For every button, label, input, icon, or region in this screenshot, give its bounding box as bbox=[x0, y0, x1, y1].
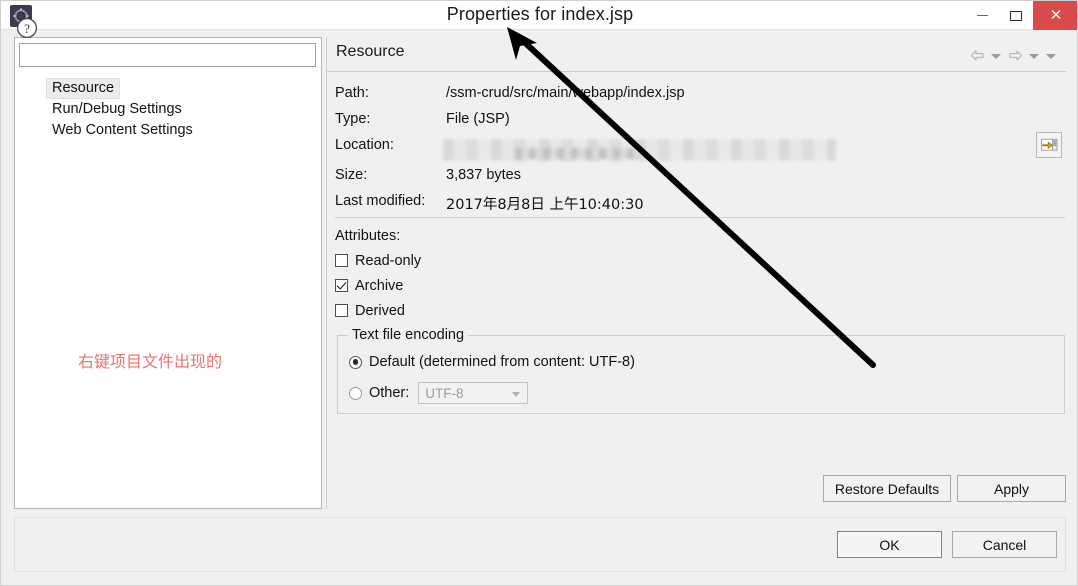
maximize-button[interactable] bbox=[999, 1, 1033, 30]
detail-row-location: Location: bbox=[335, 137, 1057, 167]
detail-row-size: Size: 3,837 bytes bbox=[335, 167, 1057, 193]
restore-defaults-button[interactable]: Restore Defaults bbox=[823, 475, 951, 502]
filter-input[interactable] bbox=[19, 43, 316, 67]
settings-tree-panel: Resource Run/Debug Settings Web Content … bbox=[14, 37, 322, 509]
detail-row-path: Path: /ssm-crud/src/main/webapp/index.js… bbox=[335, 85, 1057, 111]
detail-label: Location: bbox=[335, 137, 394, 153]
cancel-button[interactable]: Cancel bbox=[952, 531, 1057, 558]
encoding-select[interactable]: UTF-8 bbox=[418, 382, 529, 404]
close-button[interactable]: ✕ bbox=[1033, 1, 1077, 30]
read-only-label: Read-only bbox=[355, 252, 422, 269]
tree-row: Resource bbox=[15, 78, 321, 99]
annotation-text: 右键项目文件出现的 bbox=[78, 352, 223, 371]
maximize-icon bbox=[1010, 10, 1022, 21]
page-nav-controls bbox=[968, 48, 1058, 64]
chevron-down-icon bbox=[512, 392, 521, 397]
sidebar-item-web-content-settings[interactable]: Web Content Settings bbox=[46, 120, 199, 141]
page-header: Resource bbox=[327, 37, 1066, 72]
detail-value-location-redacted-inner bbox=[515, 148, 635, 159]
checkbox-row-read-only[interactable]: Read-only bbox=[335, 248, 1035, 273]
chevron-down-glyph bbox=[1046, 53, 1056, 59]
read-only-checkbox[interactable] bbox=[335, 254, 348, 267]
forward-arrow-icon[interactable] bbox=[1006, 48, 1024, 64]
back-arrow-icon[interactable] bbox=[968, 48, 986, 64]
detail-value-size: 3,837 bytes bbox=[446, 167, 521, 183]
window-title: Properties for index.jsp bbox=[446, 4, 634, 24]
detail-row-type: Type: File (JSP) bbox=[335, 111, 1057, 137]
apply-button[interactable]: Apply bbox=[957, 475, 1066, 502]
detail-label: Size: bbox=[335, 167, 368, 183]
encoding-default-radio[interactable] bbox=[349, 355, 362, 369]
detail-label: Type: bbox=[335, 111, 371, 127]
archive-label: Archive bbox=[355, 277, 404, 294]
archive-checkbox[interactable] bbox=[335, 279, 348, 292]
window-controls: ✕ bbox=[965, 1, 1077, 30]
derived-checkbox[interactable] bbox=[335, 304, 348, 317]
text-file-encoding-group: Text file encoding Default (determined f… bbox=[337, 327, 1065, 414]
tree-row: Web Content Settings bbox=[15, 120, 321, 141]
detail-row-last-modified: Last modified: 2017年8月8日 上午10:40:30 bbox=[335, 193, 1057, 219]
ok-button[interactable]: OK bbox=[837, 531, 942, 558]
settings-tree: Resource Run/Debug Settings Web Content … bbox=[15, 78, 321, 141]
derived-label: Derived bbox=[355, 302, 405, 319]
detail-value-type: File (JSP) bbox=[446, 111, 510, 127]
minimize-icon bbox=[976, 15, 988, 16]
sidebar-item-run-debug-settings[interactable]: Run/Debug Settings bbox=[46, 99, 188, 120]
tree-row: Run/Debug Settings bbox=[15, 99, 321, 120]
svg-text:?: ? bbox=[24, 21, 30, 36]
chevron-down-glyph bbox=[1029, 53, 1039, 59]
attributes-title: Attributes: bbox=[335, 228, 401, 244]
attributes-section: Attributes: Read-only Archive Derived bbox=[335, 228, 1035, 323]
details-separator bbox=[335, 217, 1065, 218]
view-menu-chevron-down-icon[interactable] bbox=[1044, 48, 1058, 64]
encoding-other-radio[interactable] bbox=[349, 386, 362, 400]
encoding-other-label: Other: bbox=[369, 385, 410, 401]
close-icon: ✕ bbox=[1049, 6, 1063, 24]
detail-value-path: /ssm-crud/src/main/webapp/index.jsp bbox=[446, 85, 685, 101]
chevron-down-glyph bbox=[991, 53, 1001, 59]
help-icon[interactable]: ? bbox=[14, 15, 40, 41]
forward-history-chevron-down-icon[interactable] bbox=[1027, 48, 1041, 64]
checkbox-row-archive[interactable]: Archive bbox=[335, 273, 1035, 298]
resolve-link-icon[interactable] bbox=[1036, 132, 1062, 158]
minimize-button[interactable] bbox=[965, 1, 999, 30]
detail-label: Path: bbox=[335, 85, 369, 101]
page-title: Resource bbox=[336, 43, 405, 60]
sidebar-item-resource[interactable]: Resource bbox=[46, 78, 121, 99]
encoding-default-row[interactable]: Default (determined from content: UTF-8) bbox=[349, 354, 635, 370]
encoding-select-value: UTF-8 bbox=[425, 385, 464, 401]
resource-details: Path: /ssm-crud/src/main/webapp/index.js… bbox=[335, 85, 1057, 219]
detail-value-location-redacted bbox=[443, 139, 836, 161]
detail-value-last-modified: 2017年8月8日 上午10:40:30 bbox=[446, 197, 644, 213]
encoding-other-row[interactable]: Other: UTF-8 bbox=[349, 382, 529, 404]
encoding-default-label: Default (determined from content: UTF-8) bbox=[369, 354, 635, 370]
checkbox-row-derived[interactable]: Derived bbox=[335, 298, 1035, 323]
detail-label: Last modified: bbox=[335, 193, 426, 209]
back-history-chevron-down-icon[interactable] bbox=[989, 48, 1003, 64]
encoding-group-label: Text file encoding bbox=[348, 327, 469, 343]
title-bar: Properties for index.jsp ✕ bbox=[1, 1, 1077, 30]
properties-dialog: Properties for index.jsp ✕ Resource Run/… bbox=[0, 0, 1078, 586]
